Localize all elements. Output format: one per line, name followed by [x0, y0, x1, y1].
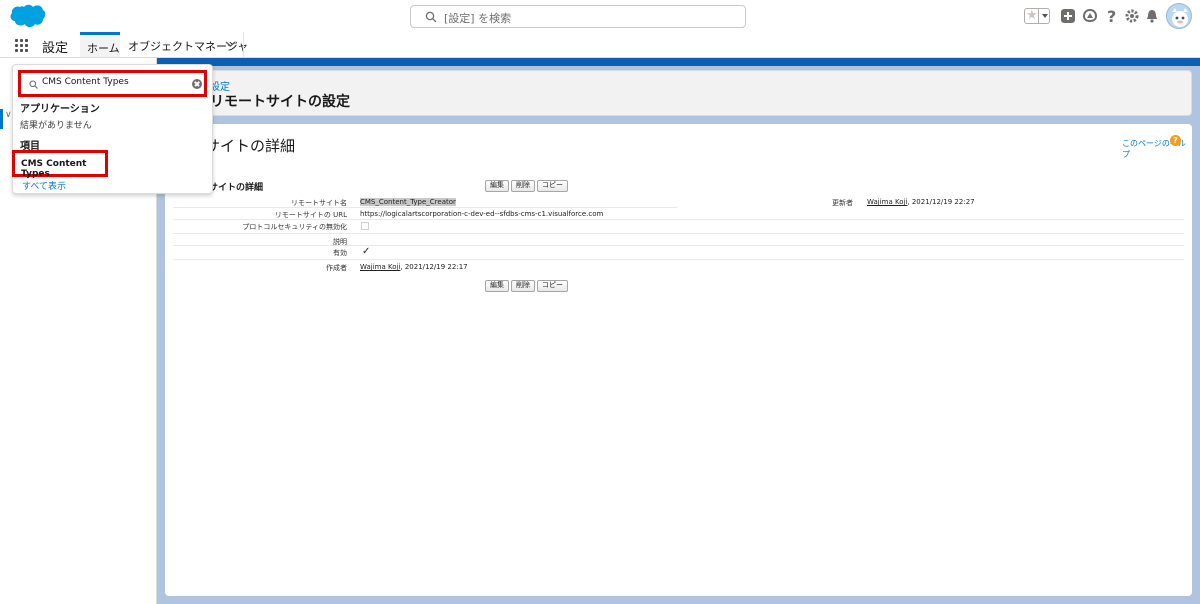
- remote-site-name-label: リモートサイト名: [291, 199, 347, 207]
- disable-protocol-security-label: プロトコルセキュリティの無効化: [242, 223, 347, 231]
- disable-protocol-security-checkbox: [361, 222, 369, 230]
- detail-card: サイトの詳細 このページのヘルプ ? サイトの詳細 編集 削除 コピー リモート…: [165, 124, 1192, 596]
- trailhead-icon[interactable]: [1081, 7, 1099, 25]
- svg-text:?: ?: [1107, 7, 1116, 25]
- delete-button[interactable]: 削除: [511, 280, 535, 292]
- chevron-down-icon[interactable]: [225, 40, 236, 48]
- active-check-icon: ✓: [362, 246, 371, 257]
- description-label: 説明: [333, 238, 347, 246]
- quick-find-result-label: CMS Content Types: [21, 159, 87, 179]
- created-by-label: 作成者: [326, 264, 347, 272]
- created-by-value: Wajima Koji, 2021/12/19 22:17: [360, 263, 468, 271]
- nav-divider: [243, 32, 244, 57]
- tab-home[interactable]: ホーム: [80, 32, 120, 57]
- global-header: [設定] を検索 ★ ?: [0, 0, 1200, 32]
- quick-find-group-apps: アプリケーション: [20, 104, 100, 115]
- quick-find-value: CMS Content Types: [42, 77, 129, 87]
- delete-button[interactable]: 削除: [511, 180, 535, 192]
- modified-by-date: , 2021/12/19 22:27: [907, 198, 975, 206]
- app-nav-bar: 設定 ホーム オブジェクトマネージャ: [0, 32, 1200, 58]
- created-by-date: , 2021/12/19 22:17: [400, 263, 468, 271]
- chevron-down-icon[interactable]: ∨: [5, 110, 12, 120]
- sidebar-selection-marker: [0, 109, 3, 129]
- show-all-link[interactable]: すべて表示: [22, 179, 66, 192]
- favorites-star-icon[interactable]: ★: [1026, 8, 1038, 23]
- tab-home-label: ホーム: [87, 42, 120, 55]
- help-icon[interactable]: ?: [1170, 135, 1181, 146]
- favorites-button-group[interactable]: ★: [1024, 8, 1050, 24]
- copy-button[interactable]: コピー: [537, 280, 568, 292]
- page-title: リモートサイトの設定: [210, 94, 350, 110]
- remote-site-url-value: https://logicalartscorporation-c-dev-ed-…: [360, 210, 604, 218]
- quick-find-result-item[interactable]: CMS Content Types: [12, 150, 108, 179]
- remote-site-name-value: CMS_Content_Type_Creator: [360, 198, 456, 206]
- app-name: 設定: [42, 41, 69, 56]
- copy-button[interactable]: コピー: [537, 180, 568, 192]
- search-icon: [425, 11, 437, 23]
- global-search-input[interactable]: [設定] を検索: [410, 5, 746, 28]
- quick-find-input[interactable]: CMS Content Types: [18, 70, 207, 97]
- row-divider: [173, 233, 1184, 234]
- search-icon: [29, 80, 38, 89]
- add-icon[interactable]: [1059, 7, 1077, 25]
- clear-icon[interactable]: [192, 79, 202, 89]
- global-search-placeholder: [設定] を検索: [444, 12, 512, 25]
- edit-button[interactable]: 編集: [485, 280, 509, 292]
- active-label: 有効: [333, 249, 347, 257]
- detail-title: サイトの詳細: [205, 137, 296, 155]
- help-link[interactable]: このページのヘルプ: [1122, 138, 1192, 160]
- edit-button[interactable]: 編集: [485, 180, 509, 192]
- modified-by-label: 更新者: [832, 199, 853, 207]
- app-launcher-icon[interactable]: [14, 38, 30, 54]
- gear-icon[interactable]: [1123, 7, 1141, 25]
- user-avatar[interactable]: [1166, 3, 1192, 29]
- salesforce-logo[interactable]: [8, 3, 46, 30]
- bell-icon[interactable]: [1143, 7, 1161, 25]
- quick-find-no-results: 結果がありません: [20, 121, 92, 131]
- page-header: 設定 リモートサイトの設定: [165, 70, 1192, 116]
- row-divider: [173, 259, 1184, 260]
- favorites-dropdown-button[interactable]: [1038, 9, 1050, 23]
- modified-by-value: Wajima Koji, 2021/12/19 22:27: [867, 198, 975, 206]
- section-title: サイトの詳細: [209, 183, 264, 193]
- modified-by-user-link[interactable]: Wajima Koji: [867, 198, 907, 206]
- help-icon[interactable]: ?: [1103, 7, 1121, 25]
- remote-site-url-label: リモートサイトの URL: [274, 211, 347, 219]
- created-by-user-link[interactable]: Wajima Koji: [360, 263, 400, 271]
